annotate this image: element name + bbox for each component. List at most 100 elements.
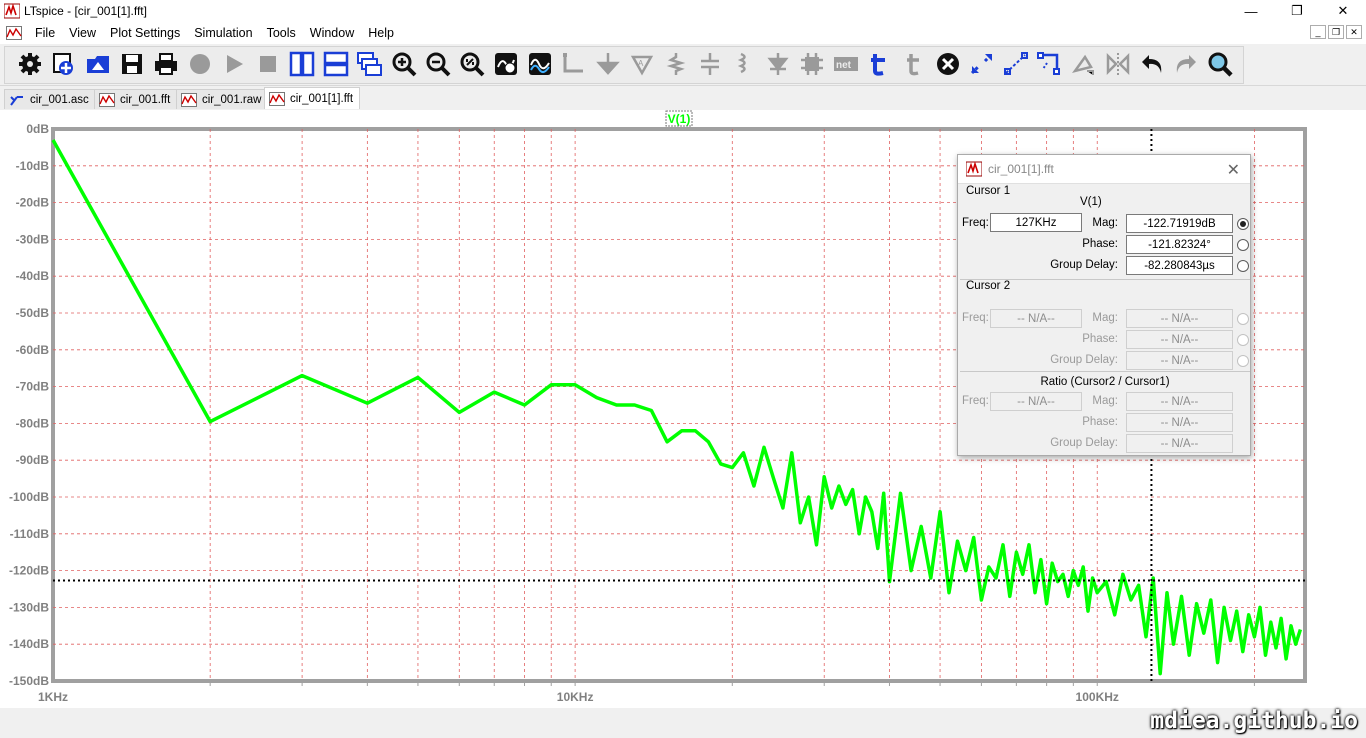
- waveform-doc-icon[interactable]: [6, 26, 22, 40]
- open-file-icon[interactable]: [84, 50, 112, 78]
- maximize-button[interactable]: ❐: [1274, 0, 1320, 22]
- spice-directive-icon[interactable]: net: [832, 50, 860, 78]
- ltspice-logo-icon: [4, 3, 20, 19]
- redo-icon[interactable]: [1172, 50, 1200, 78]
- cursor2-freq-label: Freq:: [962, 312, 989, 324]
- delete-icon[interactable]: [934, 50, 962, 78]
- undo-icon[interactable]: [1138, 50, 1166, 78]
- tab-cir-001-1-fft[interactable]: cir_001[1].fft: [264, 87, 361, 109]
- wire-icon[interactable]: [560, 50, 588, 78]
- mirror-icon[interactable]: [1070, 50, 1098, 78]
- minimize-button[interactable]: —: [1228, 0, 1274, 22]
- trace-label: V(1): [668, 112, 691, 126]
- dialog-close-button[interactable]: ✕: [1227, 160, 1240, 180]
- cursor2-freq-field: -- N/A--: [990, 309, 1082, 328]
- cursor1-group-delay-label: Group Delay:: [1050, 259, 1118, 271]
- tab-cir-001-raw[interactable]: cir_001.raw: [176, 89, 269, 109]
- tab-cir-001-asc[interactable]: cir_001.asc: [4, 89, 96, 109]
- cursor2-phase-radio: [1237, 334, 1249, 346]
- cascade-icon[interactable]: [356, 50, 384, 78]
- title-bar: LTspice - [cir_001[1].fft] — ❐ ✕: [0, 0, 1366, 22]
- resistor-icon[interactable]: [662, 50, 690, 78]
- menu-help[interactable]: Help: [361, 26, 401, 40]
- cursor2-section: Cursor 2 Freq: -- N/A-- Mag: -- N/A-- Ph…: [960, 279, 1250, 370]
- cursor1-section: Cursor 1 V(1) Freq: 127KHz Mag: -122.719…: [960, 185, 1250, 277]
- menu-window[interactable]: Window: [303, 26, 361, 40]
- y-tick-label: -90dB: [16, 453, 50, 467]
- component-icon[interactable]: [798, 50, 826, 78]
- window-title: LTspice - [cir_001[1].fft]: [24, 4, 147, 18]
- cursor1-freq-label: Freq:: [962, 217, 989, 229]
- cursor1-phase-label: Phase:: [1082, 238, 1118, 250]
- menu-tools[interactable]: Tools: [260, 26, 303, 40]
- run-icon[interactable]: [220, 50, 248, 78]
- y-tick-label: -120dB: [9, 564, 49, 578]
- menu-simulation[interactable]: Simulation: [187, 26, 259, 40]
- y-tick-label: -50dB: [16, 306, 50, 320]
- tile-vertical-icon[interactable]: [288, 50, 316, 78]
- cursor-dialog[interactable]: cir_001[1].fft ✕ Cursor 1 V(1) Freq: 127…: [957, 154, 1251, 456]
- halt-icon[interactable]: [186, 50, 214, 78]
- y-tick-label: -130dB: [9, 600, 49, 614]
- label-net-icon[interactable]: A: [628, 50, 656, 78]
- cursor2-mag-label: Mag:: [1092, 312, 1118, 324]
- zoom-in-icon[interactable]: [390, 50, 418, 78]
- inductor-icon[interactable]: [730, 50, 758, 78]
- close-button[interactable]: ✕: [1320, 0, 1366, 22]
- cursor2-group-delay-label: Group Delay:: [1050, 354, 1118, 366]
- rotate-icon[interactable]: [1036, 50, 1064, 78]
- find-icon[interactable]: [1206, 50, 1234, 78]
- svg-text:A: A: [638, 59, 644, 68]
- mdi-restore-button[interactable]: ❐: [1328, 25, 1344, 39]
- ltspice-logo-icon: [966, 161, 982, 177]
- mdi-close-button[interactable]: ✕: [1346, 25, 1362, 39]
- tab-cir-001-fft[interactable]: cir_001.fft: [94, 89, 178, 109]
- cut-icon[interactable]: [900, 50, 928, 78]
- document-tabs: cir_001.asc cir_001.fft cir_001.raw cir_…: [0, 86, 1366, 110]
- watermark: mdiea.github.io: [1150, 708, 1358, 734]
- capacitor-icon[interactable]: [696, 50, 724, 78]
- y-tick-label: -110dB: [10, 527, 50, 541]
- zoom-out-icon[interactable]: [424, 50, 452, 78]
- print-icon[interactable]: [152, 50, 180, 78]
- ratio-mag-label: Mag:: [1092, 395, 1118, 407]
- cursor1-freq-field[interactable]: 127KHz: [990, 213, 1082, 232]
- cursor2-mag-field: -- N/A--: [1126, 309, 1233, 328]
- zoom-fit-icon[interactable]: [458, 50, 486, 78]
- menu-plot-settings[interactable]: Plot Settings: [103, 26, 187, 40]
- save-icon[interactable]: [118, 50, 146, 78]
- tab-label: cir_001[1].fft: [290, 92, 354, 105]
- y-tick-label: -10dB: [16, 159, 50, 173]
- drag-icon[interactable]: [1002, 50, 1030, 78]
- cursor1-group-delay-radio[interactable]: [1237, 260, 1249, 272]
- settings-icon[interactable]: [16, 50, 44, 78]
- cursor1-label: Cursor 1: [966, 185, 1011, 197]
- stop-icon[interactable]: [254, 50, 282, 78]
- tile-horizontal-icon[interactable]: [322, 50, 350, 78]
- ground-icon[interactable]: [594, 50, 622, 78]
- cursor1-mag-label: Mag:: [1092, 217, 1118, 229]
- cursor1-mag-radio[interactable]: [1237, 218, 1249, 230]
- mdi-minimize-button[interactable]: _: [1310, 25, 1326, 39]
- diode-icon[interactable]: [764, 50, 792, 78]
- menu-view[interactable]: View: [62, 26, 103, 40]
- move-icon[interactable]: [968, 50, 996, 78]
- cursor1-phase-radio[interactable]: [1237, 239, 1249, 251]
- ratio-group-delay-label: Group Delay:: [1050, 437, 1118, 449]
- cursor1-phase-field: -121.82324°: [1126, 235, 1233, 254]
- cursor2-label: Cursor 2: [966, 280, 1011, 292]
- ratio-label: Ratio (Cursor2 / Cursor1): [1040, 376, 1170, 388]
- autorange-icon[interactable]: [492, 50, 520, 78]
- flip-icon[interactable]: [1104, 50, 1132, 78]
- cursor2-phase-field: -- N/A--: [1126, 330, 1233, 349]
- tab-label: cir_001.fft: [120, 93, 171, 106]
- schematic-icon: [10, 95, 23, 106]
- open-schematic-icon[interactable]: [50, 50, 78, 78]
- dialog-title-bar[interactable]: cir_001[1].fft ✕: [958, 155, 1250, 184]
- ratio-freq-field: -- N/A--: [990, 392, 1082, 411]
- y-tick-label: -30dB: [16, 232, 50, 246]
- dialog-title: cir_001[1].fft: [988, 162, 1054, 176]
- text-icon[interactable]: [866, 50, 894, 78]
- menu-file[interactable]: File: [28, 26, 62, 40]
- plot-wave-icon[interactable]: [526, 50, 554, 78]
